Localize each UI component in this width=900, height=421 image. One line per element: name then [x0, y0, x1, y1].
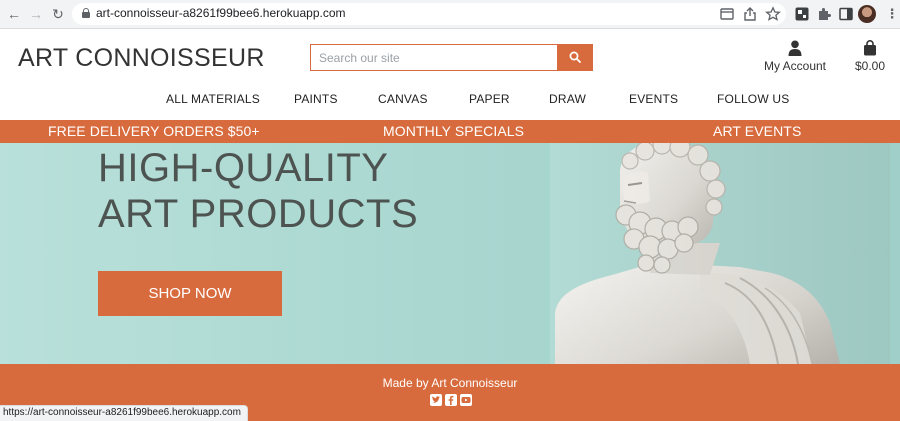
promo-banner: FREE DELIVERY ORDERS $50+ MONTHLY SPECIA… — [0, 120, 900, 143]
youtube-icon[interactable] — [460, 394, 472, 406]
nav-events[interactable]: EVENTS — [629, 92, 678, 106]
cast-icon[interactable] — [719, 6, 735, 22]
nav-draw[interactable]: DRAW — [549, 92, 586, 106]
sidebar-icon[interactable] — [838, 6, 854, 22]
url-text[interactable]: art-connoisseur-a8261f99bee6.herokuapp.c… — [96, 6, 346, 20]
marble-bust-image — [550, 143, 890, 364]
hero-title-line-1: HIGH-QUALITY — [98, 146, 389, 190]
user-icon — [788, 40, 802, 56]
menu-dots-icon[interactable]: ⋮ — [884, 6, 900, 22]
shopping-bag-icon — [864, 40, 876, 56]
reload-icon[interactable]: ↻ — [50, 6, 66, 22]
promo-monthly-specials: MONTHLY SPECIALS — [383, 123, 525, 139]
forward-icon[interactable]: → — [28, 6, 44, 22]
promo-free-delivery: FREE DELIVERY ORDERS $50+ — [48, 123, 260, 139]
hero-title: HIGH-QUALITY ART PRODUCTS — [98, 145, 418, 237]
address-bar[interactable]: art-connoisseur-a8261f99bee6.herokuapp.c… — [72, 3, 786, 25]
shop-now-button[interactable]: SHOP NOW — [98, 271, 282, 316]
promo-art-events: ART EVENTS — [713, 123, 802, 139]
search-input[interactable] — [310, 44, 557, 71]
puzzle-icon[interactable] — [816, 6, 832, 22]
back-icon[interactable]: ← — [6, 6, 22, 22]
hero-title-line-2: ART PRODUCTS — [98, 192, 419, 236]
search-icon — [569, 51, 581, 63]
nav-follow-us[interactable]: FOLLOW US — [717, 92, 789, 106]
site-header: ART CONNOISSEUR My Account $0.00 ALL MAT… — [0, 29, 900, 120]
site-logo[interactable]: ART CONNOISSEUR — [18, 44, 265, 73]
my-account-link[interactable]: My Account — [758, 40, 832, 73]
bookmark-star-icon[interactable] — [765, 6, 781, 22]
facebook-icon[interactable] — [445, 394, 457, 406]
profile-avatar[interactable] — [858, 5, 876, 23]
extension-icon[interactable] — [794, 6, 810, 22]
cart-link[interactable]: $0.00 — [850, 40, 890, 73]
twitter-icon[interactable] — [430, 394, 442, 406]
nav-paints[interactable]: PAINTS — [294, 92, 338, 106]
link-status-bar: https://art-connoisseur-a8261f99bee6.her… — [0, 405, 248, 421]
hero-section: HIGH-QUALITY ART PRODUCTS SHOP NOW — [0, 143, 900, 364]
nav-paper[interactable]: PAPER — [469, 92, 510, 106]
account-label: My Account — [763, 59, 827, 73]
footer-made-by: Made by Art Connoisseur — [382, 376, 518, 390]
search-form — [310, 44, 593, 71]
cart-total: $0.00 — [854, 59, 886, 73]
nav-canvas[interactable]: CANVAS — [378, 92, 428, 106]
browser-toolbar: ← → ↻ art-connoisseur-a8261f99bee6.herok… — [0, 0, 900, 29]
nav-all-materials[interactable]: ALL MATERIALS — [166, 92, 260, 106]
search-button[interactable] — [557, 44, 593, 71]
main-nav: ALL MATERIALS PAINTS CANVAS PAPER DRAW E… — [0, 92, 900, 112]
lock-icon[interactable] — [82, 8, 90, 18]
social-links — [430, 394, 474, 408]
share-icon[interactable] — [742, 6, 758, 22]
